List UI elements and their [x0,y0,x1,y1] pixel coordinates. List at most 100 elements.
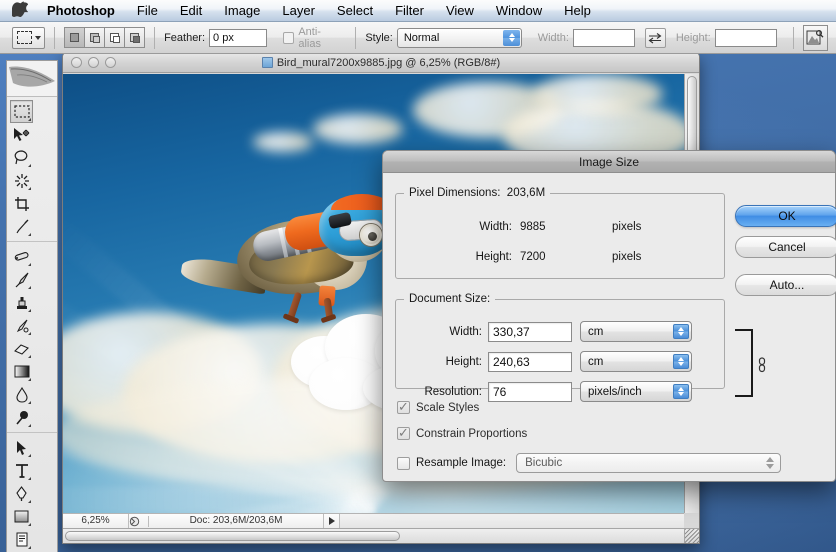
toolbox-retouch-group[interactable] [7,242,57,433]
toolbox-palette[interactable]: ↵ [6,60,58,552]
subtract-from-selection-button[interactable] [104,27,126,48]
resolution-label: Resolution: [424,385,482,398]
eraser-tool[interactable] [10,337,33,360]
width-input[interactable] [572,28,635,47]
move-tool[interactable] [10,123,33,146]
options-divider [54,26,56,49]
notes-tool[interactable] [10,528,33,551]
document-status-bar: 6,25% Doc: 203,6M/203,6M [63,513,684,528]
file-browser-icon[interactable] [802,24,828,51]
lasso-tool[interactable] [10,146,33,169]
toolbox-vector-group[interactable] [7,433,57,552]
resample-method-dropdown[interactable]: Bicubic [516,453,782,473]
height-input[interactable] [714,28,777,47]
scale-styles-checkbox[interactable]: ✓ [397,400,410,414]
history-brush-tool[interactable] [10,314,33,337]
window-control-buttons[interactable] [71,57,116,68]
style-dropdown[interactable]: Normal [396,27,523,48]
chevron-updown-icon[interactable] [673,384,689,399]
options-divider [792,26,794,49]
constrain-proportions-checkbox[interactable]: ✓ [397,426,410,440]
menu-item-help[interactable]: Help [553,0,602,22]
clone-stamp-tool[interactable] [10,291,33,314]
chevron-updown-icon[interactable] [764,456,776,470]
dialog-title-bar[interactable]: Image Size [383,151,835,173]
chevron-updown-icon[interactable] [503,29,521,46]
page-preview-icon[interactable] [129,515,149,527]
doc-height-input[interactable] [488,351,572,372]
new-selection-button[interactable] [64,27,86,48]
horizontal-scrollbar-thumb[interactable] [65,531,401,541]
width-label: Width: [537,31,569,44]
height-label: Height: [675,31,711,44]
constrain-proportions-label: Constrain Proportions [416,427,528,440]
chevron-updown-icon[interactable] [673,324,689,339]
feather-input[interactable] [209,28,268,47]
horizontal-scrollbar[interactable] [63,528,684,543]
slice-tool[interactable] [10,215,33,238]
rectangular-marquee-tool[interactable] [10,100,33,123]
style-value: Normal [403,31,440,44]
menu-item-layer[interactable]: Layer [271,0,326,22]
type-tool[interactable] [10,459,33,482]
add-to-selection-button[interactable] [84,27,106,48]
chevron-updown-icon[interactable] [673,354,689,369]
healing-brush-tool[interactable] [10,245,33,268]
pixel-width-label: Width: [479,221,512,233]
path-selection-tool[interactable] [10,436,33,459]
dialog-title-label: Image Size [578,154,640,169]
selection-mode-buttons[interactable] [64,27,146,48]
doc-height-unit-dropdown[interactable]: cm [580,351,692,372]
document-title-label: Bird_mural7200x9885.jpg @ 6,25% (RGB/8#) [276,56,501,69]
swap-dimensions-icon[interactable] [644,27,667,48]
document-title-bar[interactable]: Bird_mural7200x9885.jpg @ 6,25% (RGB/8#) [63,53,699,73]
tool-options-bar[interactable]: Feather: Anti-alias Style: Normal Width:… [0,22,836,54]
auto-button[interactable]: Auto... [735,274,836,296]
resize-grip[interactable] [684,528,699,543]
menu-item-window[interactable]: Window [485,0,553,22]
menu-item-edit[interactable]: Edit [169,0,213,22]
dodge-tool[interactable] [10,406,33,429]
chevron-down-icon[interactable] [34,35,41,40]
zoom-button[interactable] [105,57,116,68]
menu-item-photoshop[interactable]: Photoshop [36,0,126,22]
apple-logo-icon[interactable] [12,1,28,19]
image-size-dialog[interactable]: Image Size Pixel Dimensions: 203,6M Widt… [382,150,836,482]
constrain-proportions-checkbox-row[interactable]: ✓ Constrain Proportions [397,426,528,440]
background-cloud [313,114,403,144]
status-menu-arrow-icon[interactable] [324,514,340,528]
photoshop-application-screen: Bird_mural7200x9885.jpg @ 6,25% (RGB/8#) [0,0,836,552]
close-button[interactable] [71,57,82,68]
toolbox-selection-group[interactable] [7,97,57,242]
doc-width-input[interactable] [488,321,572,342]
cancel-button[interactable]: Cancel [735,236,836,258]
magic-wand-tool[interactable] [10,169,33,192]
pen-tool[interactable] [10,482,33,505]
resample-image-checkbox[interactable] [397,456,410,470]
zoom-level-field[interactable]: 6,25% [63,514,129,528]
resolution-input[interactable] [488,381,572,402]
document-proxy-icon[interactable] [261,56,273,68]
brush-tool[interactable] [10,268,33,291]
shape-tool[interactable] [10,505,33,528]
minimize-button[interactable] [88,57,99,68]
current-tool-preset-picker[interactable] [12,26,46,49]
menu-item-image[interactable]: Image [213,0,271,22]
resolution-unit-dropdown[interactable]: pixels/inch [580,381,692,402]
resample-image-checkbox-row[interactable]: Resample Image: Bicubic [397,453,782,473]
menu-item-select[interactable]: Select [326,0,384,22]
doc-width-unit-dropdown[interactable]: cm [580,321,692,342]
macos-menu-bar[interactable]: Photoshop File Edit Image Layer Select F… [0,0,836,22]
crop-tool[interactable] [10,192,33,215]
resample-image-label: Resample Image: [416,457,507,469]
blur-tool[interactable] [10,383,33,406]
menu-item-filter[interactable]: Filter [384,0,435,22]
gradient-tool[interactable] [10,360,33,383]
intersect-selection-button[interactable] [124,27,146,48]
anti-alias-checkbox[interactable] [282,31,295,44]
scale-styles-checkbox-row[interactable]: ✓ Scale Styles [397,400,479,414]
menu-item-view[interactable]: View [435,0,485,22]
ok-button[interactable]: OK [735,205,836,227]
document-title-text: Bird_mural7200x9885.jpg @ 6,25% (RGB/8#) [63,56,699,69]
menu-item-file[interactable]: File [126,0,169,22]
